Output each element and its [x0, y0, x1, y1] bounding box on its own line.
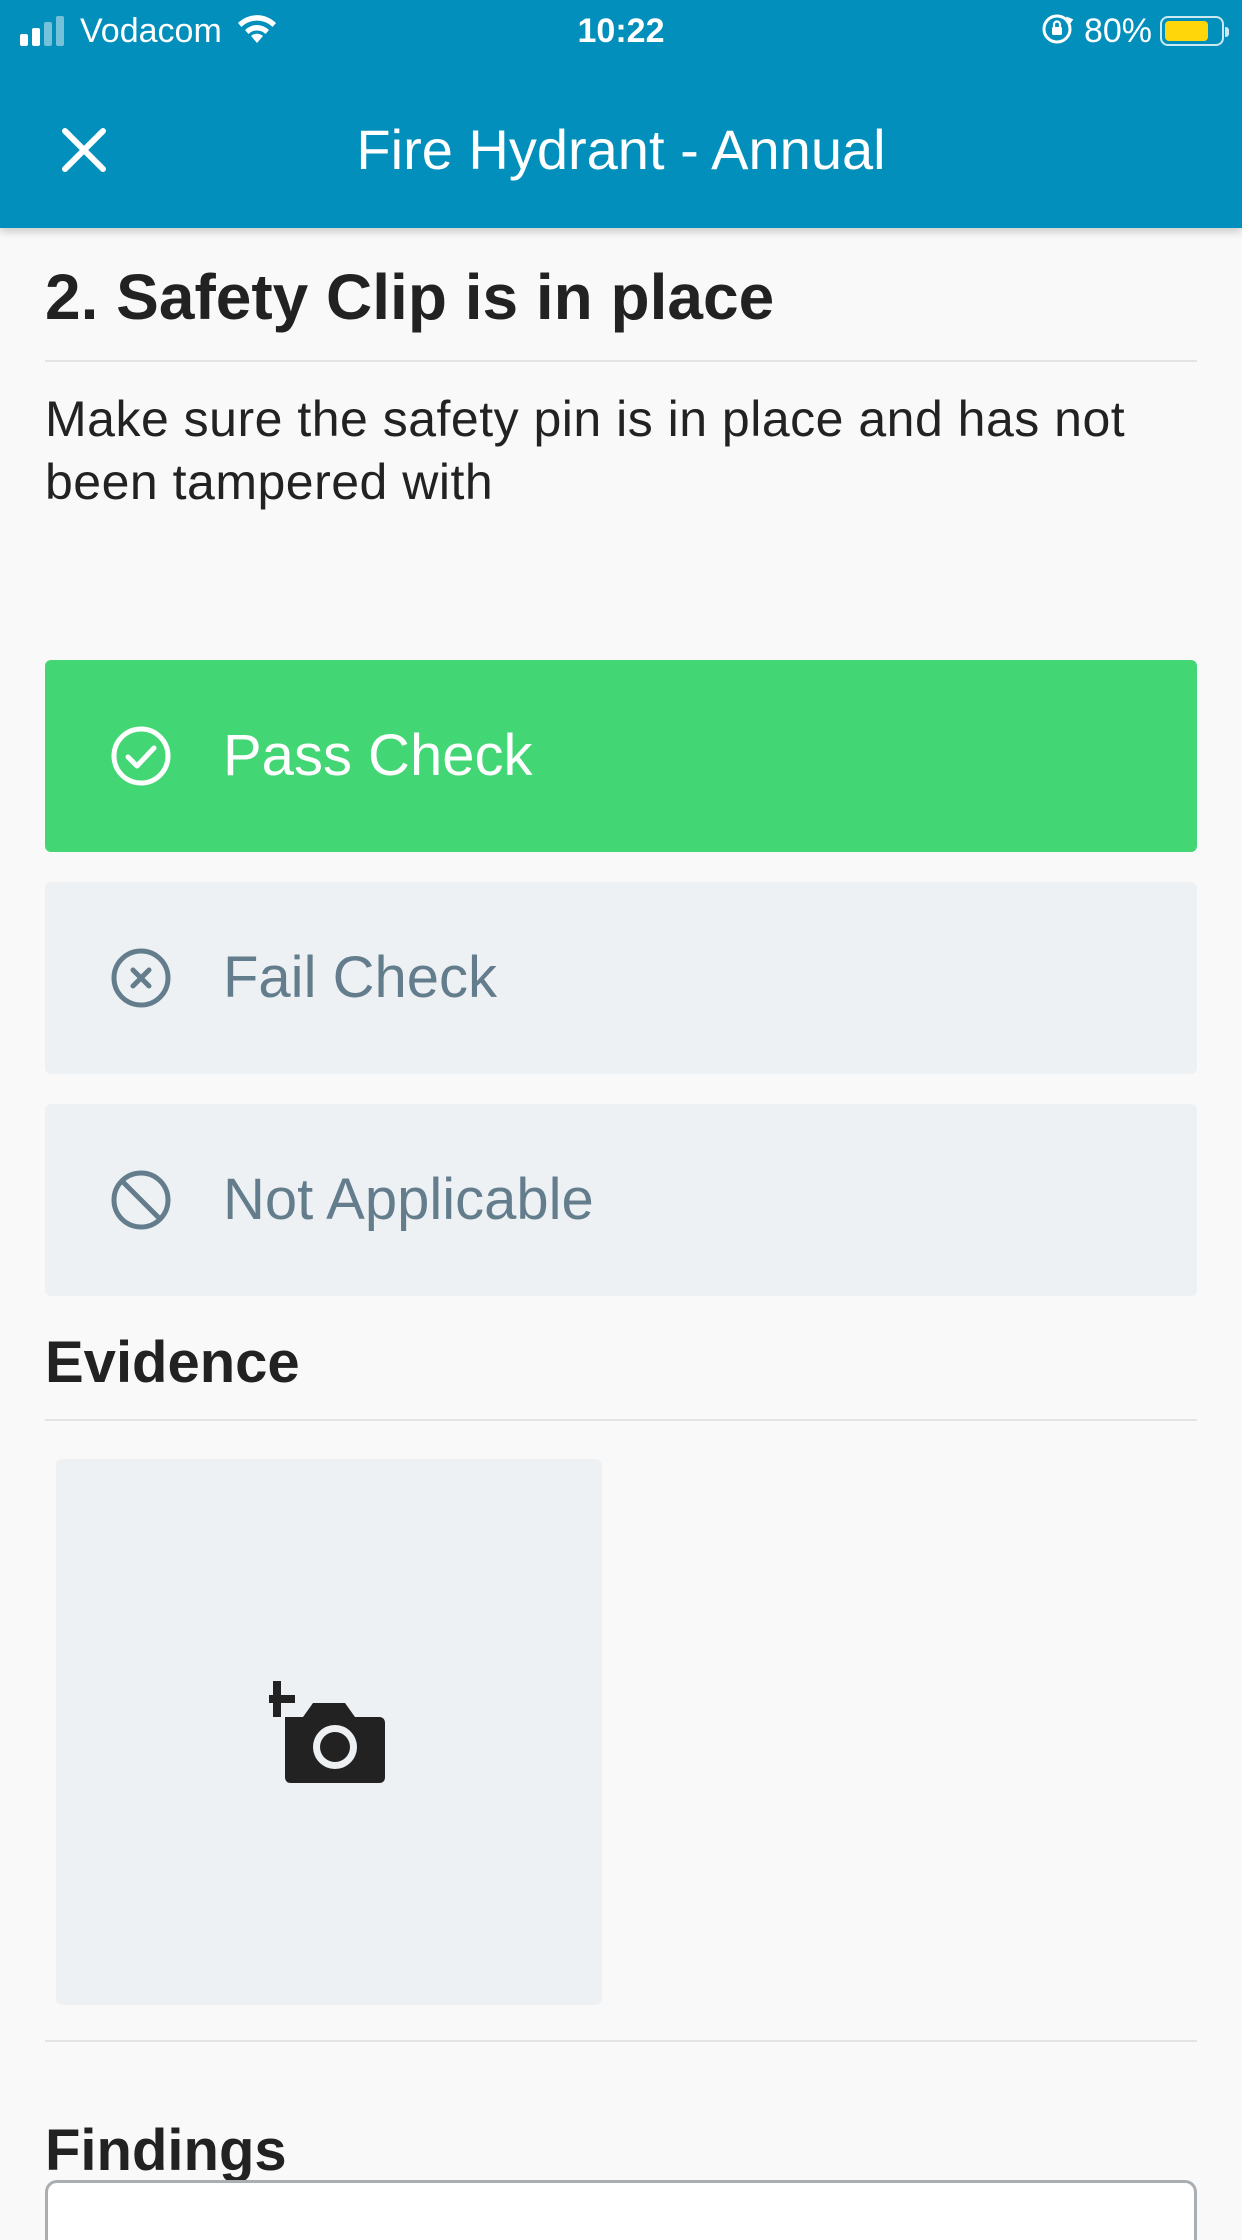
close-icon	[62, 128, 106, 172]
content: 2. Safety Clip is in place Make sure the…	[45, 228, 1197, 2240]
add-photo-button[interactable]	[56, 1459, 602, 2005]
status-bar: Vodacom 10:22 80%	[0, 0, 1242, 62]
battery-icon	[1160, 16, 1229, 46]
top-bar: Vodacom 10:22 80% Fire Hydrant - Annual	[0, 0, 1242, 228]
divider	[45, 1419, 1197, 1421]
orientation-lock-icon	[1040, 12, 1074, 51]
evidence-section: Evidence	[45, 1323, 1197, 1421]
option-label: Pass Check	[223, 723, 533, 788]
divider	[45, 2040, 1197, 2042]
not-applicable-button[interactable]: Not Applicable	[45, 1104, 1197, 1296]
nav-bar: Fire Hydrant - Annual	[0, 62, 1242, 228]
x-circle-icon	[109, 946, 173, 1010]
option-label: Fail Check	[223, 945, 497, 1010]
pass-check-button[interactable]: Pass Check	[45, 660, 1197, 852]
question-title: 2. Safety Clip is in place	[45, 261, 775, 333]
findings-textarea[interactable]	[45, 2180, 1197, 2240]
battery-percent: 80%	[1083, 11, 1152, 50]
close-button[interactable]	[40, 106, 128, 194]
check-circle-icon	[109, 724, 173, 788]
fail-check-button[interactable]: Fail Check	[45, 882, 1197, 1074]
battery-level	[1165, 21, 1209, 41]
block-icon	[109, 1168, 173, 1232]
question-description: Make sure the safety pin is in place and…	[45, 391, 1126, 510]
add-photo-camera-icon	[269, 1681, 385, 1783]
response-options: Pass Check Fail Check Not Applicable	[45, 660, 1197, 1326]
status-right: 80%	[1040, 10, 1229, 52]
evidence-title: Evidence	[45, 1330, 300, 1395]
option-label: Not Applicable	[223, 1167, 594, 1232]
page-title: Fire Hydrant - Annual	[356, 118, 886, 181]
